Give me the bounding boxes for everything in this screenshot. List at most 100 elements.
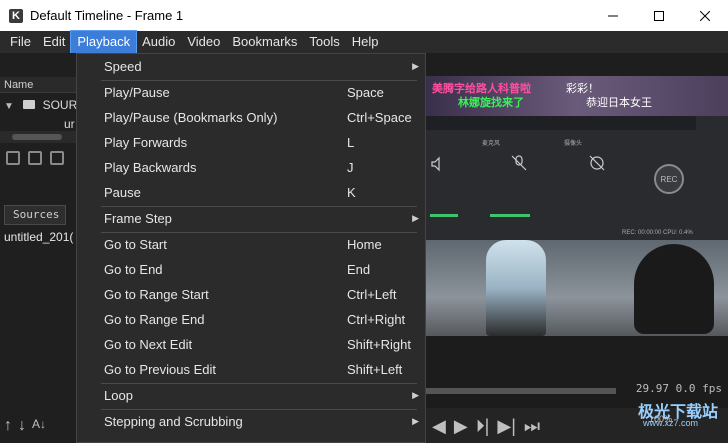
tree-item-child[interactable]: ur	[64, 117, 75, 131]
menu-item-go-to-range-start[interactable]: Go to Range Start Ctrl+Left	[77, 282, 425, 307]
banner-text-4: 恭迎日本女王	[586, 97, 652, 109]
menu-item-go-to-end[interactable]: Go to End End	[77, 257, 425, 282]
menu-item-frame-step[interactable]: Frame Step ▶	[77, 206, 425, 231]
submenu-arrow-icon: ▶	[412, 213, 419, 223]
menu-item-shortcut: K	[347, 185, 356, 200]
close-icon	[700, 10, 710, 21]
menu-item-label: Stepping and Scrubbing	[104, 414, 243, 429]
menu-item-shortcut: Home	[347, 237, 382, 252]
play-icon[interactable]: ▶	[454, 417, 468, 435]
menu-bookmarks[interactable]: Bookmarks	[226, 31, 303, 53]
menu-item-label: Go to Previous Edit	[104, 362, 216, 377]
play-backwards-icon[interactable]: ◀	[432, 417, 446, 435]
submenu-arrow-icon: ▶	[412, 416, 419, 426]
menu-item-label: Go to Range End	[104, 312, 205, 327]
video-banner: 美腾字给路人科普啦 林娜旋找来了 彩彩！ 恭迎日本女王	[426, 76, 728, 116]
list-item-untitled[interactable]: untitled_201(	[4, 230, 76, 244]
add-bin-icon[interactable]	[6, 151, 20, 165]
menu-audio[interactable]: Audio	[136, 31, 181, 53]
tree-item-label: SOUR	[42, 98, 78, 112]
menu-item-speed[interactable]: Speed ▶	[77, 54, 425, 79]
menu-item-pause[interactable]: Pause K	[77, 180, 425, 205]
recorder-topbar	[426, 116, 696, 130]
mic-muted-icon	[511, 155, 527, 171]
timeline-scrubber[interactable]	[426, 388, 616, 394]
menu-item-play-pause-bookmarks[interactable]: Play/Pause (Bookmarks Only) Ctrl+Space	[77, 105, 425, 130]
menu-item-play-backwards[interactable]: Play Backwards J	[77, 155, 425, 180]
menu-help[interactable]: Help	[346, 31, 385, 53]
menu-item-label: Frame Step	[104, 211, 172, 226]
menu-item-shortcut: J	[347, 160, 354, 175]
video-viewer[interactable]: 美腾字给路人科普啦 林娜旋找来了 彩彩！ 恭迎日本女王 麦克风 摄像头 REC …	[426, 76, 728, 336]
playback-dropdown-menu: Speed ▶ Play/Pause Space Play/Pause (Boo…	[76, 53, 426, 443]
panel-toolbar	[6, 151, 64, 165]
record-button: REC	[654, 164, 684, 194]
submenu-arrow-icon: ▶	[412, 390, 419, 400]
step-forward-icon[interactable]: ⏵|	[476, 417, 490, 435]
menu-item-label: Loop	[104, 388, 133, 403]
menu-item-shortcut: End	[347, 262, 371, 277]
fps-readout: 29.97 0.0 fps	[635, 382, 722, 395]
menu-tools[interactable]: Tools	[303, 31, 345, 53]
fast-forward-icon[interactable]: ▶|	[497, 417, 516, 435]
menu-item-shortcut: Shift+Right	[347, 337, 411, 352]
menu-edit[interactable]: Edit	[37, 31, 71, 53]
minimize-button[interactable]	[590, 0, 636, 31]
menu-item-go-to-start[interactable]: Go to Start Home	[77, 232, 425, 257]
menu-item-go-to-next-edit[interactable]: Go to Next Edit Shift+Right	[77, 332, 425, 357]
title-bar: K Default Timeline - Frame 1	[0, 0, 728, 31]
submenu-arrow-icon: ▶	[412, 61, 419, 71]
minimize-icon	[608, 15, 618, 16]
menu-item-shortcut: Ctrl+Left	[347, 287, 397, 302]
recorder-label-mic: 麦克风	[482, 141, 501, 147]
window-title: Default Timeline - Frame 1	[30, 8, 184, 23]
menu-video[interactable]: Video	[181, 31, 226, 53]
add-items-icon[interactable]	[28, 151, 42, 165]
menu-item-loop[interactable]: Loop ▶	[77, 383, 425, 408]
menu-item-go-to-previous-edit[interactable]: Go to Previous Edit Shift+Left	[77, 357, 425, 382]
menu-bar: File Edit Playback Audio Video Bookmarks…	[0, 30, 728, 54]
menu-item-label: Go to Start	[104, 237, 167, 252]
go-to-end-icon[interactable]: ⏭	[524, 417, 540, 435]
menu-item-label: Pause	[104, 185, 141, 200]
menu-item-go-to-range-end[interactable]: Go to Range End Ctrl+Right	[77, 307, 425, 332]
expand-arrow-icon[interactable]: ▼	[4, 101, 14, 112]
menu-playback[interactable]: Playback	[70, 30, 138, 54]
recorder-status: REC: 00:00:00 CPU: 0.4%	[622, 230, 693, 236]
menu-item-label: Speed	[104, 59, 142, 74]
window-controls	[590, 0, 728, 31]
menu-item-label: Go to Next Edit	[104, 337, 193, 352]
new-item-icon[interactable]	[50, 151, 64, 165]
scene-chair	[634, 244, 714, 334]
column-header-name[interactable]: Name	[0, 77, 76, 93]
banner-text-2: 林娜旋找来了	[458, 97, 524, 109]
speaker-icon	[431, 156, 440, 172]
sort-up-icon[interactable]: ↑	[4, 417, 12, 435]
menu-item-shortcut: Shift+Left	[347, 362, 403, 377]
menu-item-label: Play/Pause (Bookmarks Only)	[104, 110, 278, 125]
menu-item-play-pause[interactable]: Play/Pause Space	[77, 80, 425, 105]
menu-item-play-forwards[interactable]: Play Forwards L	[77, 130, 425, 155]
sort-down-icon[interactable]: ↓	[18, 417, 26, 435]
menu-item-stepping-and-scrubbing[interactable]: Stepping and Scrubbing ▶	[77, 409, 425, 434]
maximize-button[interactable]	[636, 0, 682, 31]
menu-item-label: Play/Pause	[104, 85, 170, 100]
scrollbar-thumb[interactable]	[12, 134, 62, 140]
bottom-toolbar: ↑ ↓ A↓	[4, 417, 46, 435]
recorder-ui-frame: 麦克风 摄像头 REC REC: 00:00:00 CPU: 0.4%	[426, 116, 728, 240]
tree-item-sources[interactable]: ▼ SOUR	[4, 98, 77, 112]
folder-icon	[23, 100, 36, 109]
sort-alpha-icon[interactable]: A↓	[32, 417, 46, 435]
scene-figure	[486, 240, 546, 336]
audio-meter-1	[430, 214, 458, 217]
tab-sources[interactable]: Sources	[4, 205, 66, 225]
app-icon: K	[9, 8, 23, 23]
horizontal-scrollbar[interactable]	[0, 131, 76, 143]
menu-item-shortcut: Ctrl+Right	[347, 312, 406, 327]
close-button[interactable]	[682, 0, 728, 31]
maximize-icon	[654, 10, 664, 21]
menu-item-shortcut: Space	[347, 85, 384, 100]
menu-item-label: Play Forwards	[104, 135, 188, 150]
menu-file[interactable]: File	[4, 31, 37, 53]
menu-item-label: Play Backwards	[104, 160, 197, 175]
